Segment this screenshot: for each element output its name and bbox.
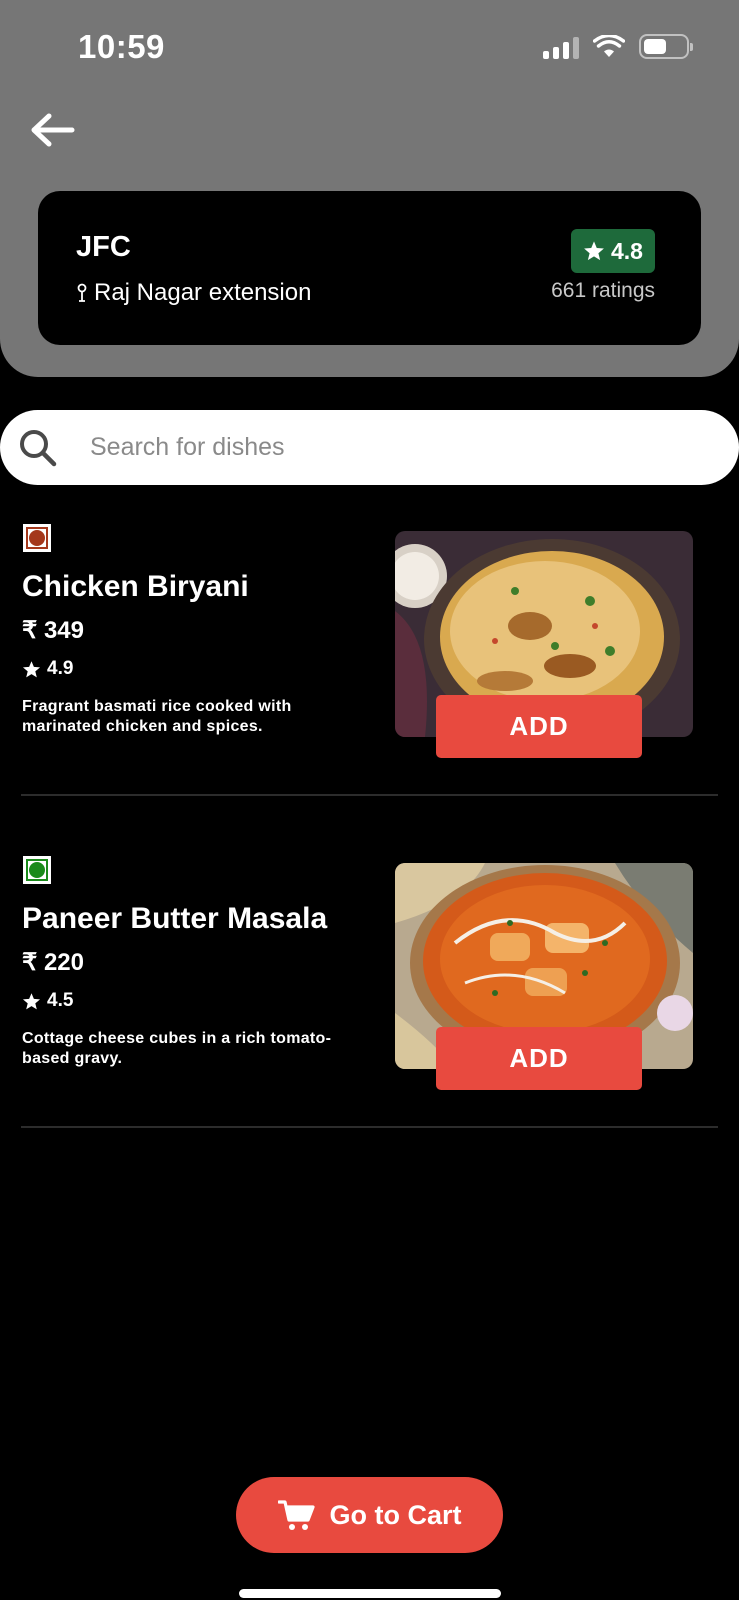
cellular-signal-icon bbox=[543, 35, 579, 59]
dish-rating: 4.5 bbox=[22, 990, 73, 1012]
dish-price: ₹ 220 bbox=[22, 949, 84, 976]
dish-name: Chicken Biryani bbox=[22, 570, 249, 603]
dish-item-chicken-biryani: Chicken Biryani ₹ 349 4.9 Fragrant basma… bbox=[0, 520, 739, 820]
status-time: 10:59 bbox=[78, 28, 165, 65]
dish-name: Paneer Butter Masala bbox=[22, 902, 328, 935]
restaurant-name: JFC bbox=[76, 231, 131, 263]
restaurant-location: Raj Nagar extension bbox=[76, 279, 311, 307]
battery-icon bbox=[639, 34, 693, 59]
add-button[interactable]: ADD bbox=[436, 1027, 642, 1090]
status-bar: 10:59 bbox=[0, 0, 739, 100]
star-icon bbox=[22, 992, 41, 1009]
search-input[interactable] bbox=[90, 410, 690, 485]
restaurant-rating-badge: 4.8 bbox=[571, 229, 655, 273]
dish-item-paneer-butter-masala: Paneer Butter Masala ₹ 220 4.5 Cottage c… bbox=[0, 852, 739, 1152]
non-veg-icon bbox=[23, 524, 51, 552]
search-icon bbox=[20, 430, 57, 467]
status-icons bbox=[543, 34, 693, 59]
location-pin-icon bbox=[77, 283, 87, 302]
wifi-icon bbox=[593, 34, 625, 57]
dish-rating-value: 4.9 bbox=[47, 658, 74, 679]
veg-icon bbox=[23, 856, 51, 884]
divider bbox=[21, 1126, 718, 1128]
dish-rating-value: 4.5 bbox=[47, 990, 74, 1011]
dish-description: Fragrant basmati rice cooked with marina… bbox=[22, 698, 292, 735]
back-button[interactable] bbox=[24, 102, 80, 158]
home-indicator bbox=[239, 1589, 501, 1598]
search-bar[interactable] bbox=[0, 410, 739, 485]
dish-rating: 4.9 bbox=[22, 658, 73, 680]
go-to-cart-button[interactable]: Go to Cart bbox=[236, 1477, 503, 1553]
restaurant-rating-value: 4.8 bbox=[611, 237, 643, 264]
restaurant-rating-count: 661 ratings bbox=[551, 279, 655, 302]
dish-price: ₹ 349 bbox=[22, 617, 84, 644]
arrow-left-icon bbox=[31, 113, 75, 147]
go-to-cart-label: Go to Cart bbox=[329, 1499, 462, 1530]
star-icon bbox=[22, 660, 41, 677]
restaurant-location-text: Raj Nagar extension bbox=[94, 279, 312, 306]
dish-description: Cottage cheese cubes in a rich tomato-ba… bbox=[22, 1030, 332, 1067]
restaurant-info-card: JFC Raj Nagar extension 4.8 661 ratings bbox=[38, 191, 701, 345]
divider bbox=[21, 794, 718, 796]
add-button[interactable]: ADD bbox=[436, 695, 642, 758]
cart-icon bbox=[277, 1500, 315, 1530]
star-icon bbox=[584, 241, 604, 261]
